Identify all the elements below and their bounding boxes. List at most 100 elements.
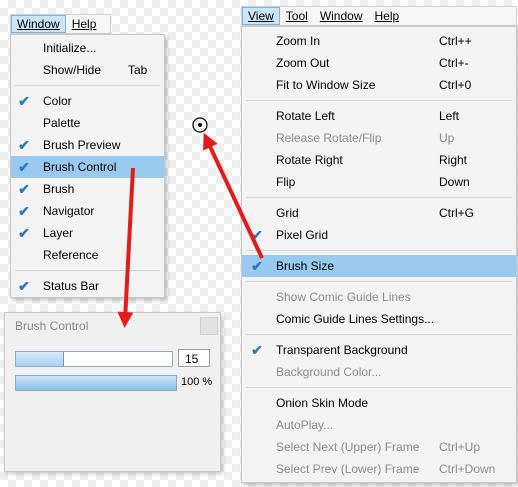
check-icon: ✔ [251, 258, 263, 274]
menu-item-grid[interactable]: Grid Ctrl+G [242, 202, 516, 224]
menu-separator [15, 85, 160, 86]
check-icon: ✔ [251, 227, 263, 243]
brush-control-panel: Brush Control 15 100 % [4, 312, 221, 472]
menu-item-zoom-in[interactable]: Zoom In Ctrl++ [242, 30, 516, 52]
menu-separator [246, 100, 512, 101]
menu-item-reference[interactable]: Reference [11, 244, 164, 266]
menu-item-label: Palette [43, 116, 81, 130]
menu-item-brush[interactable]: ✔ Brush [11, 178, 164, 200]
brush-opacity-slider[interactable] [15, 375, 177, 391]
panel-close-button[interactable] [200, 317, 218, 335]
menu-item-shortcut: Up [439, 131, 455, 145]
menu-item-shortcut: Ctrl+G [439, 206, 475, 220]
menu-item-brush-control[interactable]: ✔ Brush Control [11, 156, 164, 178]
menu-item-autoplay[interactable]: AutoPlay... [242, 414, 516, 436]
menu-item-rotate-right[interactable]: Rotate Right Right [242, 149, 516, 171]
menu-item-initialize[interactable]: Initialize... [11, 37, 164, 59]
menu-item-fit-window[interactable]: Fit to Window Size Ctrl+0 [242, 74, 516, 96]
menu-window[interactable]: Window [11, 15, 66, 33]
menu-item-shortcut: Right [439, 153, 468, 167]
menu-item-label: Zoom Out [276, 56, 330, 70]
brush-size-input[interactable]: 15 [178, 349, 210, 367]
menu-item-pixel-grid[interactable]: ✔ Pixel Grid [242, 224, 516, 246]
menu-item-label: Color [43, 94, 72, 108]
menu-item-flip[interactable]: Flip Down [242, 171, 516, 193]
menu-item-shortcut: Ctrl+0 [439, 78, 472, 92]
menu-item-status-bar[interactable]: ✔ Status Bar [11, 275, 164, 297]
menu-help[interactable]: Help [66, 15, 103, 33]
menu-item-zoom-out[interactable]: Zoom Out Ctrl+- [242, 52, 516, 74]
check-icon: ✔ [18, 159, 30, 175]
menu-item-label: Reference [43, 248, 99, 262]
menu-item-label: Background Color... [276, 365, 382, 379]
menu-item-navigator[interactable]: ✔ Navigator [11, 200, 164, 222]
menu-item-shortcut: Tab [128, 63, 148, 77]
menu-item-label: Layer [43, 226, 74, 240]
menu-item-label: Show Comic Guide Lines [276, 290, 411, 304]
right-menubar: View Tool Window Help [241, 6, 517, 26]
menu-tool[interactable]: Tool [280, 7, 314, 25]
menu-item-label: Brush Size [276, 259, 335, 273]
menu-item-label: AutoPlay... [276, 418, 334, 432]
menu-item-palette[interactable]: Palette [11, 112, 164, 134]
menu-separator [15, 270, 160, 271]
menu-separator [246, 281, 512, 282]
left-menubar: Window Help [10, 14, 111, 34]
menu-separator [246, 334, 512, 335]
menu-item-label: Onion Skin Mode [276, 396, 369, 410]
menu-item-select-prev-frame[interactable]: Select Prev (Lower) Frame Ctrl+Down [242, 458, 516, 480]
check-icon: ✔ [18, 137, 30, 153]
window-menu-dropdown: Initialize... Show/Hide Tab ✔ Color Pale… [10, 34, 165, 298]
menu-item-layer[interactable]: ✔ Layer [11, 222, 164, 244]
menu-separator [246, 197, 512, 198]
menu-item-brush-preview[interactable]: ✔ Brush Preview [11, 134, 164, 156]
brush-size-slider[interactable] [15, 351, 173, 367]
menu-item-label: Initialize... [43, 41, 97, 55]
menu-item-shortcut: Left [439, 109, 460, 123]
menu-help-right[interactable]: Help [369, 7, 406, 25]
menu-item-rotate-left[interactable]: Rotate Left Left [242, 105, 516, 127]
menu-item-label: Brush [43, 182, 75, 196]
menu-item-color[interactable]: ✔ Color [11, 90, 164, 112]
menu-item-label: Navigator [43, 204, 95, 218]
menu-item-label: Transparent Background [276, 343, 408, 357]
menu-item-label: Rotate Left [276, 109, 335, 123]
view-menu-dropdown: Zoom In Ctrl++ Zoom Out Ctrl+- Fit to Wi… [241, 26, 517, 483]
panel-title: Brush Control [15, 319, 89, 333]
menu-item-label: Grid [276, 206, 299, 220]
menu-item-label: Zoom In [276, 34, 321, 48]
menu-item-onion-skin[interactable]: Onion Skin Mode [242, 392, 516, 414]
menu-item-transparent-bg[interactable]: ✔ Transparent Background [242, 339, 516, 361]
menu-item-label: Status Bar [43, 279, 100, 293]
menu-item-brush-size[interactable]: ✔ Brush Size [242, 255, 516, 277]
menu-item-shortcut: Ctrl++ [439, 34, 472, 48]
menu-item-label: Rotate Right [276, 153, 343, 167]
menu-item-shortcut: Ctrl+Up [439, 440, 481, 454]
menu-item-label: Comic Guide Lines Settings... [276, 312, 435, 326]
check-icon: ✔ [18, 93, 30, 109]
brush-opacity-label: 100 % [181, 376, 213, 388]
check-icon: ✔ [251, 342, 263, 358]
menu-window-right[interactable]: Window [314, 7, 369, 25]
menu-item-label: Release Rotate/Flip [276, 131, 382, 145]
menu-item-label: Select Next (Upper) Frame [276, 440, 420, 454]
menu-item-select-next-frame[interactable]: Select Next (Upper) Frame Ctrl+Up [242, 436, 516, 458]
menu-view[interactable]: View [242, 7, 280, 25]
check-icon: ✔ [18, 181, 30, 197]
brush-opacity-slider-fill [16, 376, 176, 390]
menu-item-shortcut: Down [439, 175, 470, 189]
menu-item-shortcut: Ctrl+Down [439, 462, 496, 476]
menu-item-label: Pixel Grid [276, 228, 329, 242]
menu-item-shortcut: Ctrl+- [439, 56, 469, 70]
menu-item-show-comic-guides[interactable]: Show Comic Guide Lines [242, 286, 516, 308]
menu-item-label: Fit to Window Size [276, 78, 376, 92]
menu-item-release-rotate[interactable]: Release Rotate/Flip Up [242, 127, 516, 149]
menu-item-label: Show/Hide [43, 63, 102, 77]
check-icon: ✔ [18, 225, 30, 241]
menu-separator [246, 387, 512, 388]
menu-item-comic-guide-settings[interactable]: Comic Guide Lines Settings... [242, 308, 516, 330]
menu-item-bg-color[interactable]: Background Color... [242, 361, 516, 383]
menu-item-label: Brush Preview [43, 138, 121, 152]
menu-separator [246, 250, 512, 251]
menu-item-show-hide[interactable]: Show/Hide Tab [11, 59, 164, 81]
